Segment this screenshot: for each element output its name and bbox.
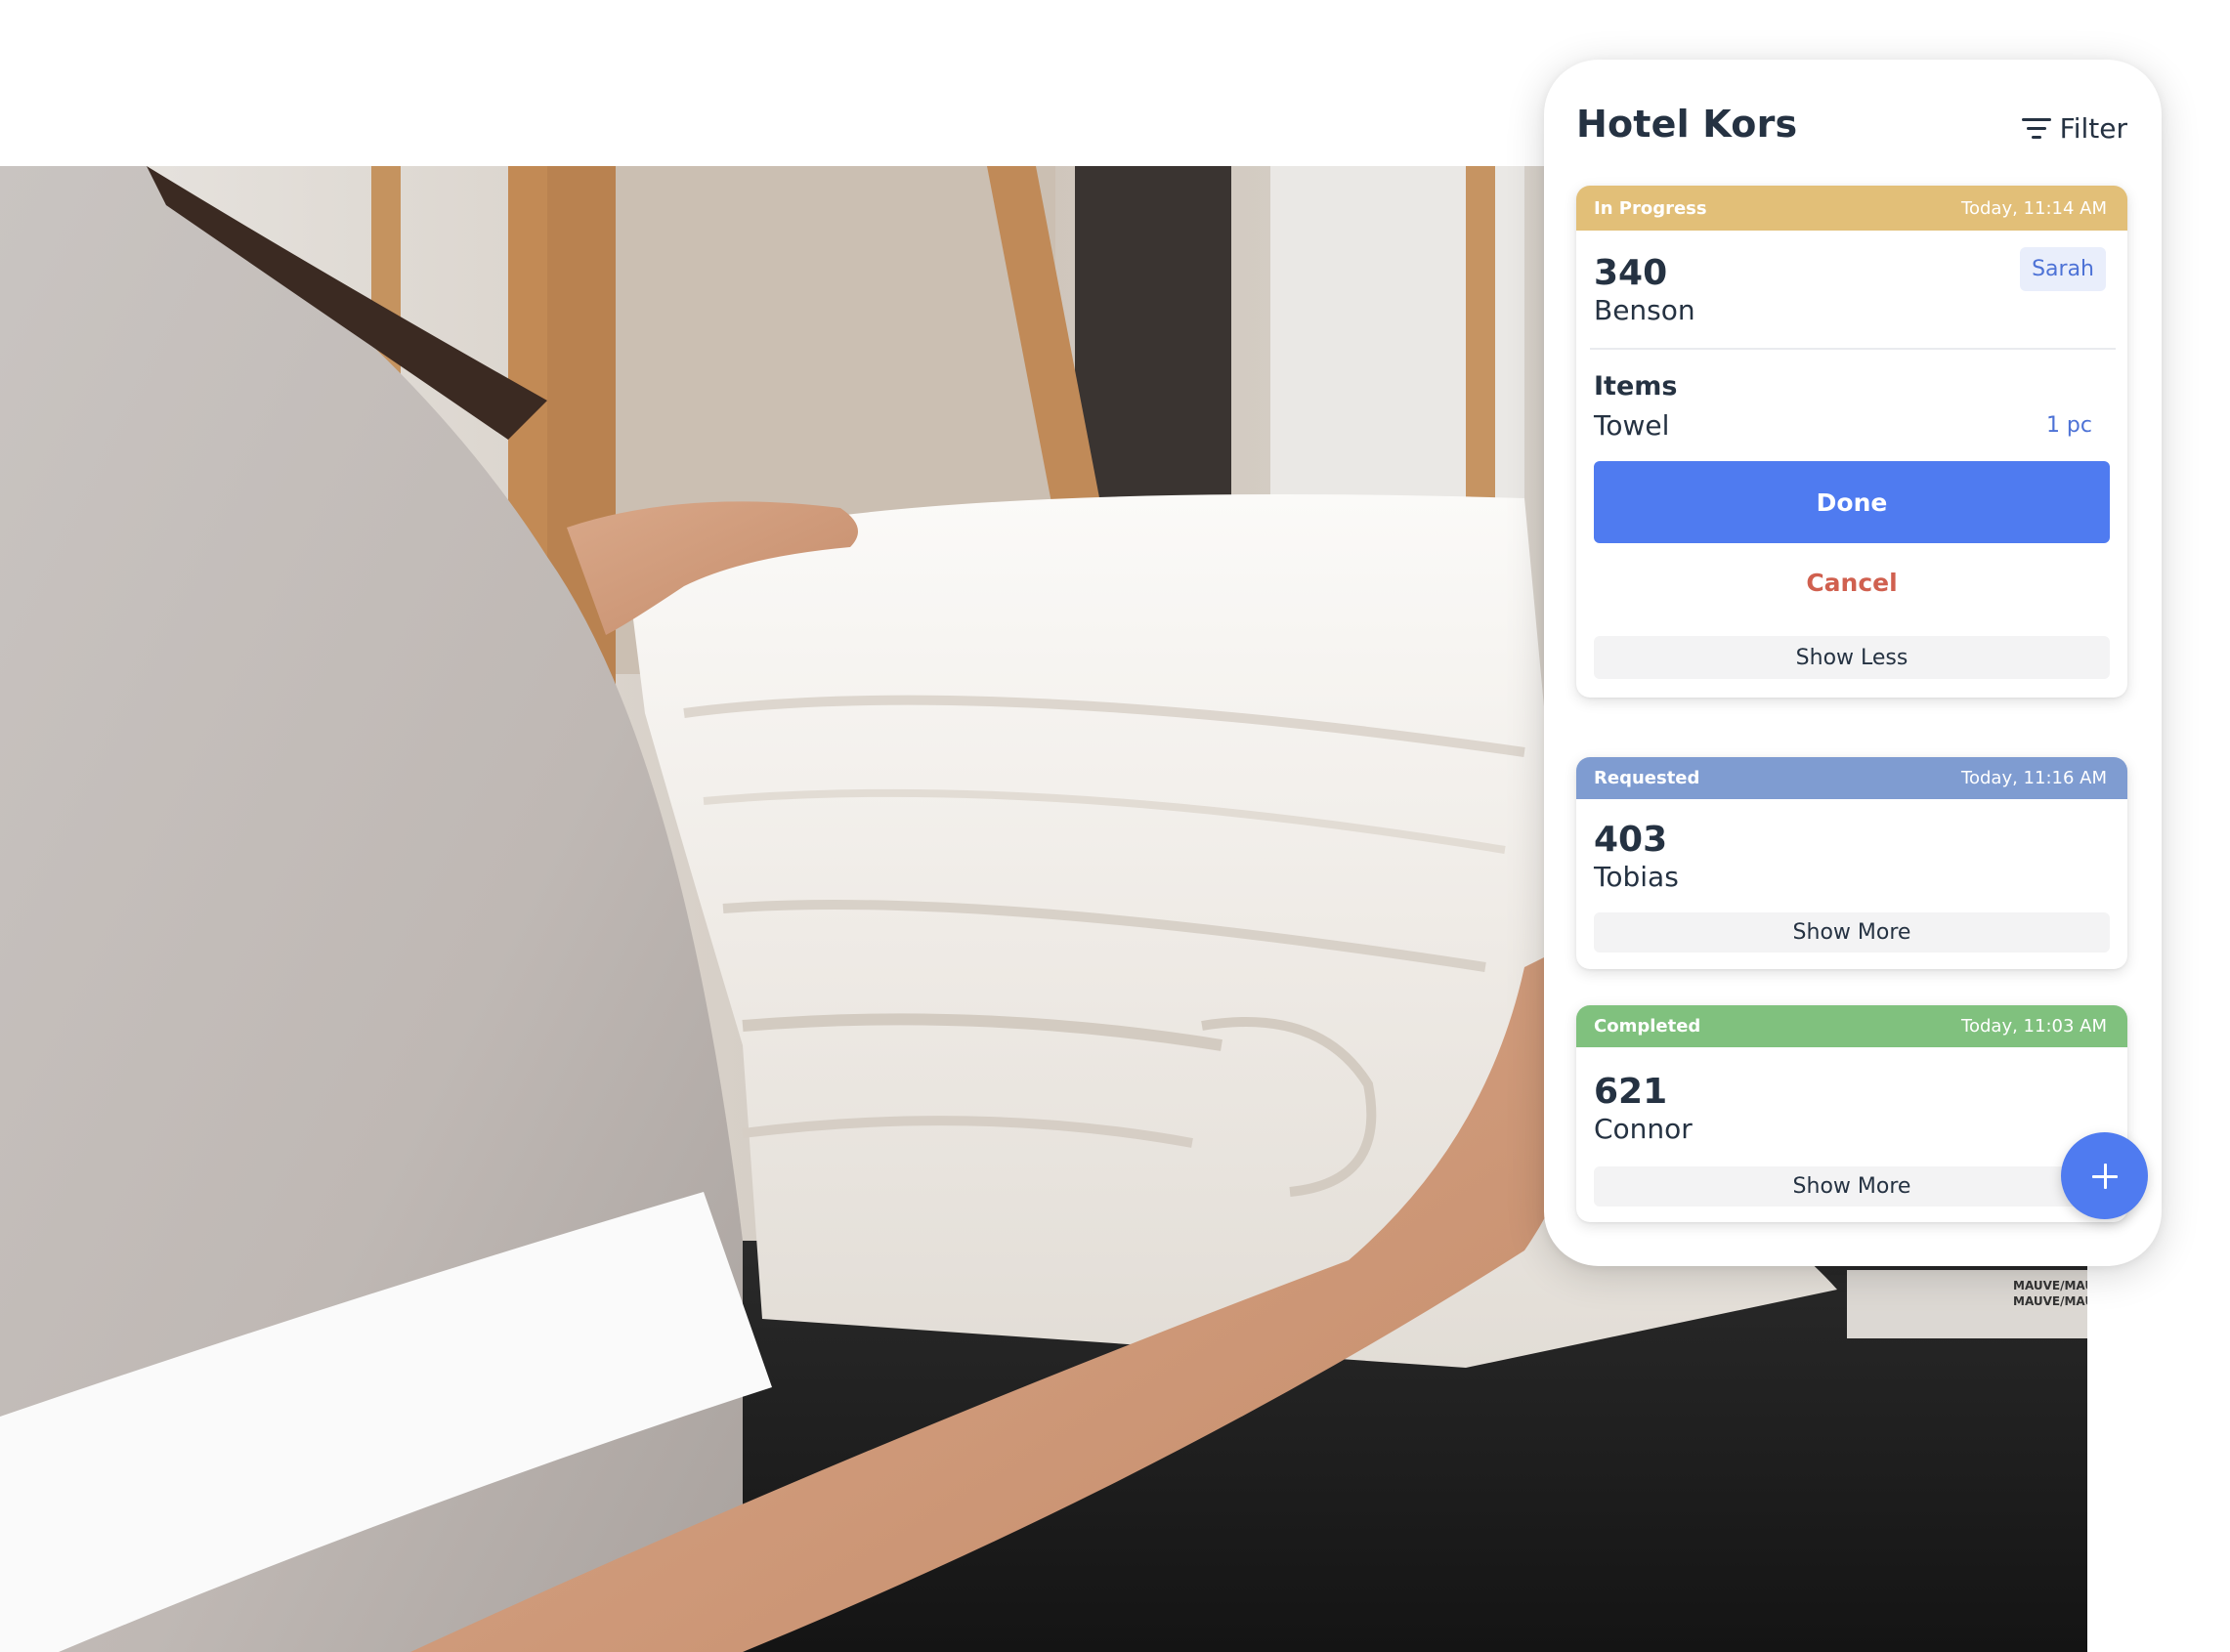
card-status-bar: Completed Today, 11:03 AM [1576,1005,2127,1047]
add-request-button[interactable] [2061,1132,2148,1219]
room-number: 621 [1594,1072,1668,1112]
filter-button[interactable]: Filter [2021,108,2127,148]
item-row: Towel 1 pc [1594,409,2110,442]
done-button[interactable]: Done [1594,461,2110,543]
assignee-badge[interactable]: Sarah [2020,247,2106,291]
guest-name: Connor [1594,1113,1693,1145]
item-quantity: 1 pc [2045,413,2092,438]
request-time: Today, 11:16 AM [1961,768,2107,788]
filter-icon [2021,116,2052,140]
status-label: Requested [1594,768,1700,788]
status-label: In Progress [1594,197,1707,219]
cart-label-text: MAUVE/MAUV [2013,1279,2087,1292]
svg-text:MAUVE/MAUV: MAUVE/MAUV [2013,1294,2087,1308]
plus-icon [2091,1163,2118,1189]
show-more-button[interactable]: Show More [1594,1166,2110,1207]
request-card: In Progress Today, 11:14 AM 340 Benson S… [1576,186,2127,698]
status-label: Completed [1594,1016,1701,1037]
room-number: 403 [1594,820,1668,860]
cancel-button[interactable]: Cancel [1594,553,2110,612]
filter-label: Filter [2059,111,2127,145]
guest-name: Benson [1594,294,1695,326]
request-card: Requested Today, 11:16 AM 403 Tobias Sho… [1576,757,2127,969]
card-body: 621 Connor Show More [1576,1047,2127,1222]
request-time: Today, 11:14 AM [1961,197,2107,219]
guest-name: Tobias [1594,861,1679,893]
items-heading: Items [1594,371,1678,402]
card-body: 340 Benson Sarah Items Towel 1 pc Done C… [1576,231,2127,698]
page-title: Hotel Kors [1576,103,1798,146]
request-card: Completed Today, 11:03 AM 621 Connor Sho… [1576,1005,2127,1222]
card-body: 403 Tobias Show More [1576,799,2127,969]
show-less-button[interactable]: Show Less [1594,636,2110,679]
item-name: Towel [1594,409,1670,442]
card-status-bar: In Progress Today, 11:14 AM [1576,186,2127,231]
request-time: Today, 11:03 AM [1961,1016,2107,1037]
requests-panel: Hotel Kors Filter In Progress Today, 11:… [1544,60,2162,1266]
show-more-button[interactable]: Show More [1594,912,2110,953]
card-status-bar: Requested Today, 11:16 AM [1576,757,2127,799]
